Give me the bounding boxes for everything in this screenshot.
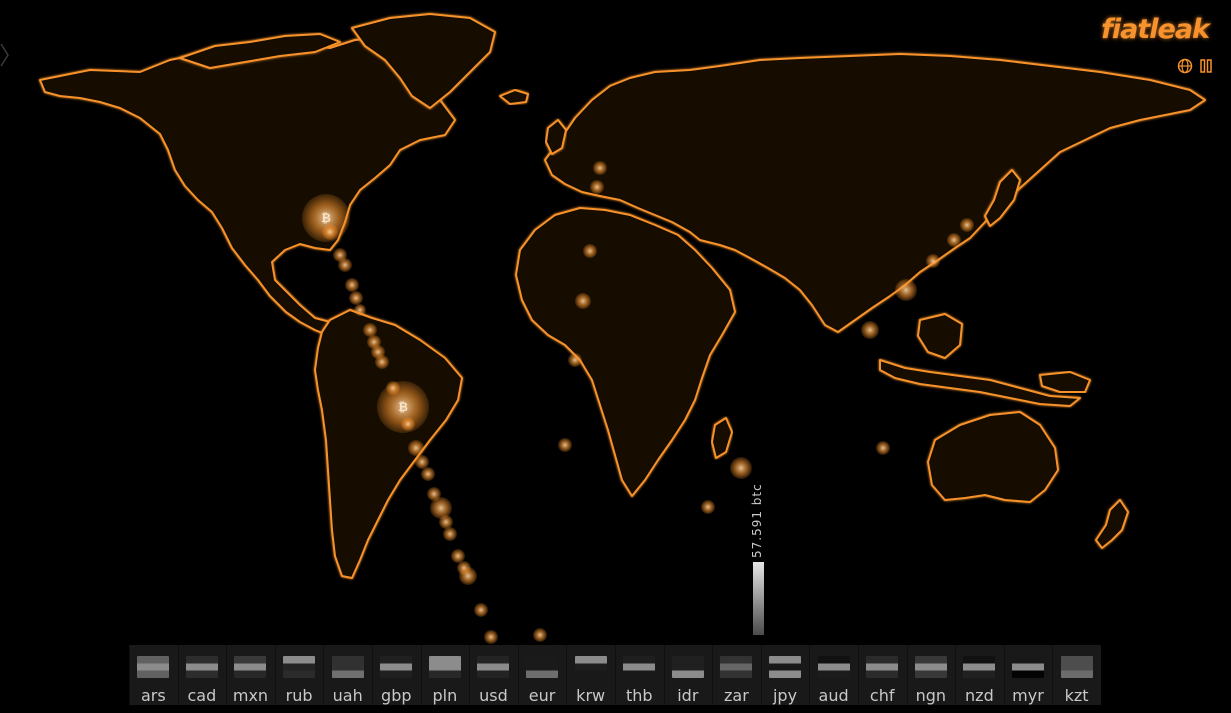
- btc-scale-label: 57.591 btc: [750, 483, 764, 558]
- madagascar: [711, 417, 733, 459]
- currency-code-label: pln: [432, 686, 458, 705]
- currency-code-label: idr: [677, 686, 699, 705]
- currency-code-label: rub: [285, 686, 313, 705]
- currency-code-label: usd: [479, 686, 508, 705]
- thb-flag-icon: [623, 656, 656, 678]
- currency-usd-button[interactable]: usd: [469, 645, 518, 705]
- currency-code-label: gbp: [381, 686, 412, 705]
- pln-flag-icon: [428, 656, 461, 678]
- currency-code-label: zar: [724, 686, 749, 705]
- iceland: [499, 89, 529, 105]
- currency-code-label: jpy: [772, 686, 798, 705]
- currency-pln-button[interactable]: pln: [420, 645, 470, 705]
- borneo: [917, 313, 963, 359]
- currency-code-label: thb: [625, 686, 653, 705]
- continent-australia: [927, 411, 1059, 503]
- world-map: ₿ ₿: [39, 13, 1206, 644]
- currency-krw-button[interactable]: krw: [566, 645, 615, 705]
- btc-scale-bar: [753, 562, 764, 635]
- currency-aud-button[interactable]: aud: [809, 645, 858, 705]
- currency-code-label: chf: [869, 686, 895, 705]
- pause-icon[interactable]: [1199, 58, 1213, 74]
- currency-code-label: cad: [187, 686, 217, 705]
- cad-flag-icon: [185, 656, 218, 678]
- currency-ars-button[interactable]: ars: [129, 645, 178, 705]
- currency-code-label: nzd: [965, 686, 994, 705]
- jpy-flag-icon: [769, 656, 802, 678]
- ngn-flag-icon: [914, 656, 947, 678]
- eur-flag-icon: [526, 656, 559, 678]
- currency-rub-button[interactable]: rub: [274, 645, 324, 705]
- currency-eur-button[interactable]: eur: [517, 645, 567, 705]
- currency-myr-button[interactable]: myr: [1003, 645, 1053, 705]
- currency-thb-button[interactable]: thb: [614, 645, 664, 705]
- chf-flag-icon: [866, 656, 899, 678]
- currency-nzd-button[interactable]: nzd: [955, 645, 1004, 705]
- rub-flag-icon: [283, 656, 316, 678]
- currency-code-label: kzt: [1064, 686, 1089, 705]
- continent-africa: [515, 207, 736, 497]
- currency-code-label: myr: [1012, 686, 1044, 705]
- krw-flag-icon: [574, 656, 607, 678]
- currency-code-label: ars: [140, 686, 166, 705]
- ars-flag-icon: [137, 656, 170, 678]
- mxn-flag-icon: [234, 656, 267, 678]
- aud-flag-icon: [817, 656, 850, 678]
- currency-ngn-button[interactable]: ngn: [906, 645, 956, 705]
- fiatleak-stage: ₿ ₿ fiatleak 57.591 btc ars cad mxn rub …: [0, 0, 1231, 713]
- currency-idr-button[interactable]: idr: [663, 645, 713, 705]
- currency-chf-button[interactable]: chf: [857, 645, 907, 705]
- svg-text:₿: ₿: [398, 400, 408, 414]
- continent-north-america: [39, 37, 456, 343]
- gbp-flag-icon: [380, 656, 413, 678]
- currency-gbp-button[interactable]: gbp: [371, 645, 421, 705]
- fiatleak-logo: fiatleak: [1101, 14, 1210, 45]
- currency-mxn-button[interactable]: mxn: [226, 645, 275, 705]
- currency-code-label: krw: [576, 686, 606, 705]
- usd-flag-icon: [477, 656, 510, 678]
- currency-code-label: eur: [528, 686, 556, 705]
- currency-code-label: aud: [818, 686, 849, 705]
- myr-flag-icon: [1011, 656, 1044, 678]
- globe-icon[interactable]: [1177, 58, 1193, 74]
- new-zealand: [1095, 499, 1129, 549]
- currency-cad-button[interactable]: cad: [177, 645, 227, 705]
- continent-south-america: [314, 309, 463, 579]
- currency-selector: ars cad mxn rub uah gbp pln usd eur krw thb idr zar j…: [129, 645, 1101, 705]
- kzt-flag-icon: [1060, 656, 1093, 678]
- idr-flag-icon: [671, 656, 704, 678]
- zar-flag-icon: [720, 656, 753, 678]
- new-guinea: [1039, 371, 1091, 393]
- nzd-flag-icon: [963, 656, 996, 678]
- currency-jpy-button[interactable]: jpy: [760, 645, 810, 705]
- uah-flag-icon: [331, 656, 364, 678]
- svg-text:₿: ₿: [321, 211, 331, 225]
- currency-code-label: ngn: [915, 686, 947, 705]
- currency-uah-button[interactable]: uah: [323, 645, 372, 705]
- currency-code-label: uah: [332, 686, 363, 705]
- currency-code-label: mxn: [232, 686, 269, 705]
- side-expand-arrow-icon[interactable]: [0, 40, 10, 70]
- currency-zar-button[interactable]: zar: [712, 645, 761, 705]
- currency-kzt-button[interactable]: kzt: [1052, 645, 1101, 705]
